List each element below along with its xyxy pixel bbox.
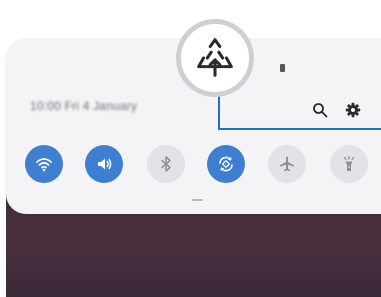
- recycle-callout: [176, 19, 254, 97]
- battery-icon: [280, 64, 285, 72]
- sound-icon: [98, 158, 112, 170]
- panel-handle[interactable]: [192, 199, 203, 201]
- bluetooth-toggle[interactable]: [147, 145, 185, 183]
- bluetooth-icon: [161, 156, 171, 172]
- wifi-icon: [36, 158, 52, 172]
- auto-rotate-icon: [219, 156, 233, 172]
- settings-icon[interactable]: [341, 98, 365, 122]
- flashlight-icon: [343, 155, 355, 171]
- search-icon[interactable]: [308, 98, 332, 122]
- recycle-icon: [197, 38, 233, 77]
- sound-toggle[interactable]: [85, 145, 123, 183]
- flashlight-toggle[interactable]: [330, 145, 368, 183]
- auto-rotate-toggle[interactable]: [207, 145, 245, 183]
- airplane-icon: [280, 156, 294, 172]
- airplane-mode-toggle[interactable]: [268, 145, 306, 183]
- date-time: 10:00 Fri 4 January: [30, 99, 138, 113]
- wifi-toggle[interactable]: [25, 145, 63, 183]
